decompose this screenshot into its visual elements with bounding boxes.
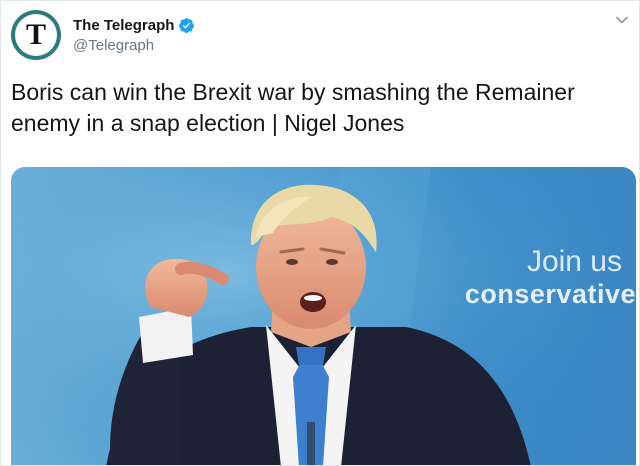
verified-badge-icon [179,17,195,33]
tweet-text: Boris can win the Brexit war by smashing… [11,79,575,136]
sign-line-1: Join us [526,245,622,278]
handle[interactable]: @Telegraph [73,37,195,54]
tweet-card[interactable]: T The Telegraph @Telegraph Boris can win… [0,0,640,466]
avatar-logo: T [15,14,57,56]
display-name[interactable]: The Telegraph [73,17,174,34]
tweet-media-photo[interactable]: Join us conservative [11,167,636,465]
avatar-letter: T [25,18,46,51]
background-sign: Join us conservative [465,245,636,309]
chevron-down-icon[interactable] [615,13,629,27]
author-names: The Telegraph @Telegraph [73,17,195,54]
avatar[interactable]: T [11,10,61,60]
name-row: The Telegraph [73,17,195,34]
tweet-header: T The Telegraph @Telegraph [11,7,195,63]
photo-illustration [11,167,636,465]
sign-line-2: conservative [464,279,636,309]
